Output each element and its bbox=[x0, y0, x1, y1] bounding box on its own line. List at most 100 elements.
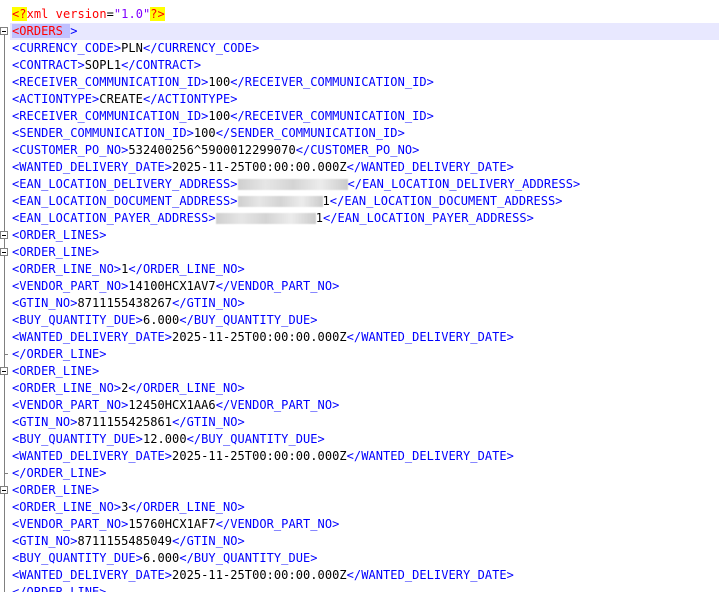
element-value: PLN bbox=[121, 41, 143, 55]
code-line[interactable]: <EAN_LOCATION_DELIVERY_ADDRESS> </EAN_LOC… bbox=[12, 176, 580, 193]
fold-guide bbox=[4, 35, 5, 592]
code-line[interactable]: <VENDOR_PART_NO>14100HCX1AV7</VENDOR_PAR… bbox=[12, 278, 339, 295]
close-tag: </VENDOR_PART_NO> bbox=[215, 517, 340, 531]
close-tag: </EAN_LOCATION_PAYER_ADDRESS> bbox=[322, 211, 534, 225]
code-line[interactable]: <CUSTOMER_PO_NO>532400256^5900012299070<… bbox=[12, 142, 419, 159]
code-line[interactable]: <WANTED_DELIVERY_DATE>2025-11-25T00:00:0… bbox=[12, 159, 514, 176]
code-line[interactable]: <ORDER_LINE_NO>1</ORDER_LINE_NO> bbox=[12, 261, 245, 278]
code-line[interactable]: <ORDER_LINE_NO>3</ORDER_LINE_NO> bbox=[12, 499, 245, 516]
open-tag: <GTIN_NO> bbox=[12, 415, 78, 429]
close-tag: </BUY_QUANTITY_DUE> bbox=[186, 432, 325, 446]
code-line[interactable]: <EAN_LOCATION_PAYER_ADDRESS> 1</EAN_LOCAT… bbox=[12, 210, 534, 227]
open-tag: <EAN_LOCATION_DOCUMENT_ADDRESS> bbox=[12, 194, 238, 208]
redacted-value bbox=[215, 213, 316, 224]
code-line[interactable]: <BUY_QUANTITY_DUE>6.000</BUY_QUANTITY_DU… bbox=[12, 312, 318, 329]
fold-end-marker bbox=[4, 354, 8, 355]
fold-collapse-icon[interactable] bbox=[0, 27, 8, 35]
redacted-value bbox=[237, 179, 348, 190]
fold-margin[interactable] bbox=[0, 0, 10, 592]
code-line-current[interactable]: <ORDERS > bbox=[10, 23, 719, 40]
fold-collapse-icon[interactable] bbox=[0, 231, 8, 239]
close-tag: </GTIN_NO> bbox=[172, 296, 245, 310]
element-value: 14100HCX1AV7 bbox=[128, 279, 216, 293]
close-tag: </RECEIVER_COMMUNICATION_ID> bbox=[230, 109, 434, 123]
code-line[interactable]: <SENDER_COMMUNICATION_ID>100</SENDER_COM… bbox=[12, 125, 405, 142]
open-tag: <ORDER_LINES> bbox=[12, 228, 107, 242]
open-tag: <CONTRACT> bbox=[12, 58, 85, 72]
declaration-open: <? bbox=[12, 7, 27, 21]
code-line[interactable]: <GTIN_NO>8711155438267</GTIN_NO> bbox=[12, 295, 245, 312]
root-tag-close: > bbox=[70, 24, 78, 38]
fold-collapse-icon[interactable] bbox=[0, 248, 8, 256]
declaration-attribute: version bbox=[55, 7, 107, 21]
open-tag: <ORDER_LINE_NO> bbox=[12, 262, 122, 276]
xml-editor[interactable]: <?xml version="1.0"?> <ORDERS > <CURRENCY… bbox=[0, 0, 719, 592]
close-tag: </WANTED_DELIVERY_DATE> bbox=[346, 449, 514, 463]
element-value: 12.000 bbox=[142, 432, 187, 446]
open-tag: <WANTED_DELIVERY_DATE> bbox=[12, 330, 173, 344]
close-tag: </VENDOR_PART_NO> bbox=[215, 279, 340, 293]
declaration-close: ?> bbox=[150, 7, 165, 21]
close-tag: </VENDOR_PART_NO> bbox=[215, 398, 340, 412]
open-tag: <WANTED_DELIVERY_DATE> bbox=[12, 160, 173, 174]
code-line[interactable]: <ORDER_LINE> bbox=[12, 482, 99, 499]
open-tag: <WANTED_DELIVERY_DATE> bbox=[12, 568, 173, 582]
code-line[interactable]: <BUY_QUANTITY_DUE>6.000</BUY_QUANTITY_DU… bbox=[12, 550, 318, 567]
element-value: 2025-11-25T00:00:00.000Z bbox=[172, 330, 347, 344]
code-line[interactable]: <WANTED_DELIVERY_DATE>2025-11-25T00:00:0… bbox=[12, 567, 514, 584]
close-tag: </SENDER_COMMUNICATION_ID> bbox=[215, 126, 405, 140]
element-value: 8711155485049 bbox=[77, 534, 173, 548]
code-line[interactable]: <VENDOR_PART_NO>12450HCX1AA6</VENDOR_PAR… bbox=[12, 397, 339, 414]
element-value: 100 bbox=[208, 109, 231, 123]
code-line[interactable]: <ORDER_LINES> bbox=[12, 227, 107, 244]
open-tag: <ORDER_LINE_NO> bbox=[12, 500, 122, 514]
element-value: 15760HCX1AF7 bbox=[128, 517, 216, 531]
code-line[interactable]: <ORDER_LINE> bbox=[12, 244, 99, 261]
code-line[interactable]: <WANTED_DELIVERY_DATE>2025-11-25T00:00:0… bbox=[12, 448, 514, 465]
code-line[interactable]: <BUY_QUANTITY_DUE>12.000</BUY_QUANTITY_D… bbox=[12, 431, 325, 448]
code-line[interactable]: </ORDER_LINE> bbox=[12, 465, 107, 482]
code-line[interactable]: <GTIN_NO>8711155425861</GTIN_NO> bbox=[12, 414, 245, 431]
code-line[interactable]: <CURRENCY_CODE>PLN</CURRENCY_CODE> bbox=[12, 40, 259, 57]
fold-collapse-icon[interactable] bbox=[0, 367, 8, 375]
close-tag: </ORDER_LINE_NO> bbox=[128, 381, 245, 395]
code-line[interactable]: <RECEIVER_COMMUNICATION_ID>100</RECEIVER… bbox=[12, 108, 434, 125]
code-line[interactable]: <EAN_LOCATION_DOCUMENT_ADDRESS> 1</EAN_LO… bbox=[12, 193, 563, 210]
code-line[interactable]: <CONTRACT>SOPL1</CONTRACT> bbox=[12, 57, 201, 74]
code-line[interactable]: </ORDER_LINE> bbox=[12, 584, 107, 592]
open-tag: <BUY_QUANTITY_DUE> bbox=[12, 551, 143, 565]
close-tag: </EAN_LOCATION_DELIVERY_ADDRESS> bbox=[347, 177, 581, 191]
open-tag: <ORDER_LINE_NO> bbox=[12, 381, 122, 395]
close-tag: </CUSTOMER_PO_NO> bbox=[295, 143, 420, 157]
close-tag: </GTIN_NO> bbox=[172, 415, 245, 429]
code-line[interactable]: <ACTIONTYPE>CREATE</ACTIONTYPE> bbox=[12, 91, 238, 108]
open-tag: <BUY_QUANTITY_DUE> bbox=[12, 432, 143, 446]
close-tag: </GTIN_NO> bbox=[172, 534, 245, 548]
element-value: 100 bbox=[193, 126, 216, 140]
close-tag: </BUY_QUANTITY_DUE> bbox=[179, 551, 318, 565]
open-tag: <EAN_LOCATION_DELIVERY_ADDRESS> bbox=[12, 177, 238, 191]
open-tag: <CURRENCY_CODE> bbox=[12, 41, 122, 55]
code-line[interactable]: <WANTED_DELIVERY_DATE>2025-11-25T00:00:0… bbox=[12, 329, 514, 346]
close-tag: </ORDER_LINE_NO> bbox=[128, 500, 245, 514]
close-tag: </ORDER_LINE> bbox=[12, 466, 107, 480]
close-tag: </CONTRACT> bbox=[121, 58, 202, 72]
xml-declaration-line[interactable]: <?xml version="1.0"?> bbox=[12, 6, 165, 23]
open-tag: <GTIN_NO> bbox=[12, 296, 78, 310]
close-tag: </BUY_QUANTITY_DUE> bbox=[179, 313, 318, 327]
close-tag: </ORDER_LINE> bbox=[12, 347, 107, 361]
fold-end-marker bbox=[4, 473, 8, 474]
element-value: 8711155438267 bbox=[77, 296, 173, 310]
code-line[interactable]: <RECEIVER_COMMUNICATION_ID>100</RECEIVER… bbox=[12, 74, 434, 91]
close-tag: </WANTED_DELIVERY_DATE> bbox=[346, 568, 514, 582]
element-value: CREATE bbox=[99, 92, 143, 106]
code-line[interactable]: <ORDER_LINE> bbox=[12, 363, 99, 380]
element-value: 6.000 bbox=[142, 551, 180, 565]
code-line[interactable]: <GTIN_NO>8711155485049</GTIN_NO> bbox=[12, 533, 245, 550]
code-line[interactable]: <ORDER_LINE_NO>2</ORDER_LINE_NO> bbox=[12, 380, 245, 397]
code-line[interactable]: <VENDOR_PART_NO>15760HCX1AF7</VENDOR_PAR… bbox=[12, 516, 339, 533]
close-tag: </WANTED_DELIVERY_DATE> bbox=[346, 330, 514, 344]
fold-collapse-icon[interactable] bbox=[0, 486, 8, 494]
close-tag: </ACTIONTYPE> bbox=[142, 92, 238, 106]
code-line[interactable]: </ORDER_LINE> bbox=[12, 346, 107, 363]
